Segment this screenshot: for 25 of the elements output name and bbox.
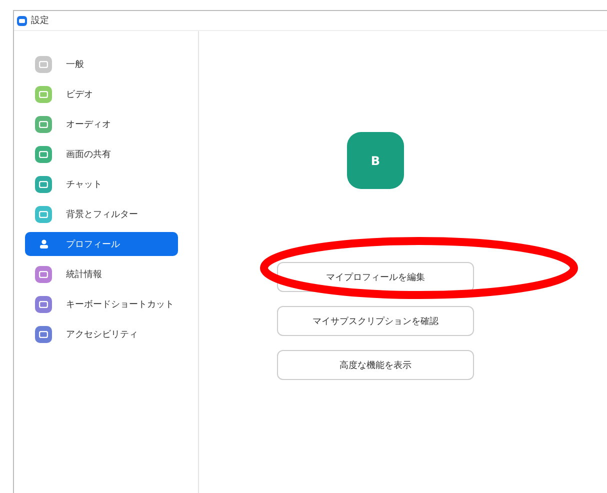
sidebar-label: 統計情報 — [66, 268, 102, 280]
sidebar-label: プロフィール — [66, 238, 120, 250]
sidebar-item[interactable]: 一般 — [25, 52, 178, 76]
sidebar-item[interactable]: ビデオ — [25, 82, 178, 106]
profile-button[interactable]: マイサブスクリプションを確認 — [277, 306, 474, 336]
app-logo-icon — [17, 16, 27, 26]
sidebar-item[interactable]: 背景とフィルター — [25, 202, 178, 226]
sidebar-item[interactable]: オーディオ — [25, 112, 178, 136]
sidebar-item[interactable]: チャット — [25, 172, 178, 196]
sidebar-item[interactable]: キーボードショートカット — [25, 292, 178, 316]
sidebar-item[interactable]: プロフィール — [25, 232, 178, 256]
avatar: B — [347, 132, 404, 189]
window-title: 設定 — [31, 14, 49, 27]
sidebar-label: チャット — [66, 178, 102, 190]
sidebar-label: 一般 — [66, 58, 84, 70]
sidebar-item[interactable]: アクセシビリティ — [25, 322, 178, 346]
sidebar-label: 背景とフィルター — [66, 208, 138, 220]
sidebar-label: 画面の共有 — [66, 148, 111, 160]
profile-button[interactable]: 高度な機能を表示 — [277, 350, 474, 380]
sidebar-item[interactable]: 画面の共有 — [25, 142, 178, 166]
sidebar-label: アクセシビリティ — [66, 328, 138, 340]
sidebar-label: ビデオ — [66, 88, 93, 100]
sidebar-label: オーディオ — [66, 118, 111, 130]
sidebar-label: キーボードショートカット — [66, 298, 174, 310]
sidebar-item[interactable]: 統計情報 — [25, 262, 178, 286]
